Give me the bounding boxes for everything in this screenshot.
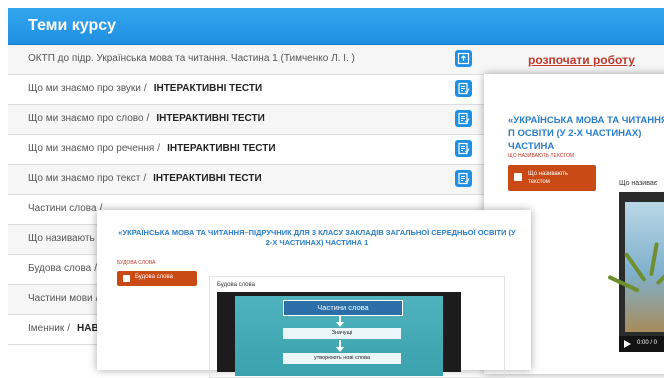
topic-row-text: Що ми знаємо про звуки / ІНТЕРАКТИВНІ ТЕСТ… — [28, 83, 262, 94]
topic-row-text: Будова слова / — [28, 263, 104, 274]
play-icon[interactable] — [624, 340, 631, 348]
topic-separator: / — [157, 143, 161, 154]
plant-leaf — [655, 258, 664, 286]
topic-title[interactable]: Що ми знаємо про речення — [28, 143, 154, 154]
video-player[interactable]: Частини слова Значущі утворюють нові сло… — [217, 292, 461, 376]
topic-separator: / — [146, 113, 150, 124]
topic-tag[interactable]: ІНТЕРАКТИВНІ ТЕСТИ — [153, 173, 262, 184]
topic-separator: / — [143, 83, 147, 94]
topic-title[interactable]: Частини слова — [28, 203, 97, 214]
topic-row-text: ОКТП до підр. Українська мова та читання… — [28, 53, 365, 64]
topic-separator: / — [67, 323, 71, 334]
topic-title[interactable]: Будова слова — [28, 263, 91, 274]
plant-leaf — [649, 242, 659, 277]
topic-row-text: Що ми знаємо про речення / ІНТЕРАКТИВНІ ТЕ… — [28, 143, 276, 154]
topic-row-text: Частини мови/ — [28, 293, 105, 304]
video-frame — [607, 202, 664, 332]
diagram-arrow-head — [336, 322, 344, 327]
lesson-button-label: Будова слова — [135, 274, 173, 280]
panel-header: Теми курсу — [8, 8, 664, 45]
video-icon — [514, 173, 522, 181]
section-label: БУДОВА СЛОВА — [117, 260, 156, 266]
diagram-heading: Частини слова — [283, 300, 403, 316]
topic-title[interactable]: Частини мови — [28, 293, 93, 304]
topic-title[interactable]: ОКТП до підр. Українська мова та читання… — [28, 53, 355, 64]
popup-title: «УКРАЇНСЬКА МОВА ТА ЧИТАННЯ–ПІДРУЧНИК ДЛ… — [118, 228, 516, 247]
topic-title[interactable]: Що називають те — [28, 233, 108, 244]
start-work-link[interactable]: розпочати роботу — [528, 53, 635, 67]
plant-leaf — [607, 274, 640, 293]
test-icon[interactable] — [455, 110, 472, 127]
section-label: ЩО НАЗИВАЮТЬ ТЕКСТОМ — [508, 153, 575, 159]
panel-title: Теми курсу — [28, 17, 117, 34]
topic-title[interactable]: Іменник — [28, 323, 64, 334]
topic-title[interactable]: Що ми знаємо про текст — [28, 173, 140, 184]
topic-row-text: Що ми знаємо про текст / ІНТЕРАКТИВНІ ТЕСТ… — [28, 173, 262, 184]
lesson-popup-front: «УКРАЇНСЬКА МОВА ТА ЧИТАННЯ–ПІДРУЧНИК ДЛ… — [97, 210, 531, 378]
lesson-button[interactable]: Що називають текстом — [508, 165, 596, 191]
video-title: Будова слова — [217, 282, 255, 288]
video-frame: Частини слова Значущі утворюють нові сло… — [235, 296, 443, 376]
topic-tag[interactable]: ІНТЕРАКТИВНІ ТЕСТИ — [156, 113, 265, 124]
diagram-item: утворюють нові слова — [283, 353, 401, 364]
test-icon[interactable] — [455, 80, 472, 97]
upload-icon[interactable] — [455, 50, 472, 67]
diagram-arrow-head — [336, 347, 344, 352]
topic-separator: / — [143, 173, 147, 184]
video-controls: 0:00 / 0 — [619, 336, 664, 352]
lesson-button-label: Що називають текстом — [528, 171, 569, 185]
video-player[interactable]: 0:00 / 0 — [607, 192, 664, 352]
topic-row-text: Іменник / НАВ — [28, 323, 99, 334]
topic-tag[interactable]: ІНТЕРАКТИВНІ ТЕСТИ — [167, 143, 276, 154]
video-title: Що називає — [619, 180, 658, 187]
test-icon[interactable] — [455, 140, 472, 157]
lesson-button[interactable]: Будова слова — [117, 271, 197, 286]
video-time: 0:00 / 0 — [637, 340, 658, 346]
topic-row-text: Що ми знаємо про слово / ІНТЕРАКТИВНІ ТЕСТ… — [28, 113, 265, 124]
popup-title: «УКРАЇНСЬКА МОВА ТА ЧИТАННЯ–П ОСВІТИ (У … — [508, 115, 664, 152]
topic-title[interactable]: Що ми знаємо про слово — [28, 113, 144, 124]
topic-title[interactable]: Що ми знаємо про звуки — [28, 83, 141, 94]
topic-row[interactable]: ОКТП до підр. Українська мова та читання… — [8, 45, 664, 75]
plant-leaf — [623, 252, 647, 283]
test-icon[interactable] — [455, 170, 472, 187]
video-icon — [123, 275, 130, 282]
topic-tag[interactable]: НАВ — [77, 323, 99, 334]
diagram-item: Значущі — [283, 328, 401, 339]
topic-tag[interactable]: ІНТЕРАКТИВНІ ТЕСТИ — [154, 83, 263, 94]
